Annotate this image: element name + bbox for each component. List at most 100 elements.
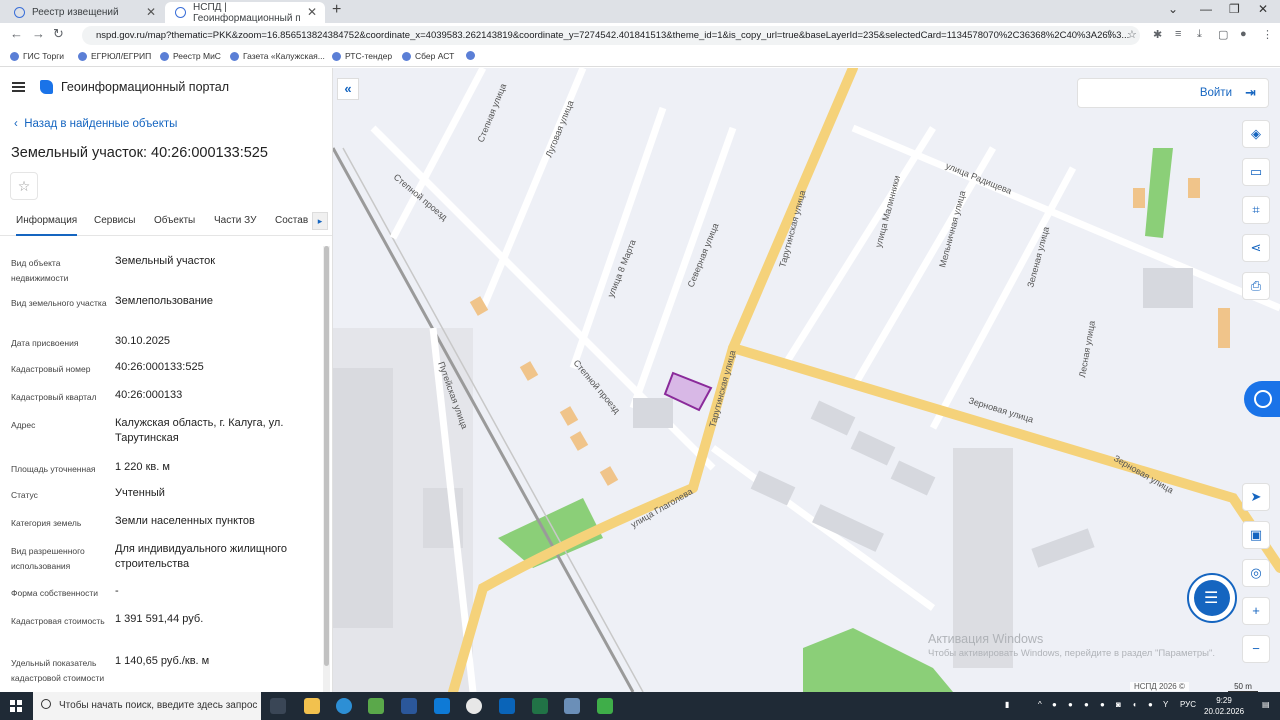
system-clock[interactable]: 9:29 20.02.2026 xyxy=(1204,695,1244,717)
extensions-icon[interactable]: ✱ xyxy=(1153,28,1162,41)
tray-app-icon[interactable]: ● xyxy=(1068,700,1073,709)
tab-composition[interactable]: Состав xyxy=(275,215,308,226)
forward-icon[interactable]: → xyxy=(32,26,45,41)
select-area-icon[interactable]: ⌗ xyxy=(1242,196,1270,224)
layers-icon[interactable]: ◈ xyxy=(1242,120,1270,148)
chat-icon[interactable]: ☰ xyxy=(1187,573,1237,623)
windows-start-icon[interactable] xyxy=(10,700,22,712)
login-label: Войти xyxy=(1199,87,1232,99)
print-icon[interactable]: ⎙ xyxy=(1242,272,1270,300)
attribute-key: Категория земель xyxy=(11,518,82,528)
scrollbar-thumb[interactable] xyxy=(324,246,329,666)
reload-icon[interactable]: ↻ xyxy=(53,26,64,42)
bookmark-item[interactable]: РТС-тендер xyxy=(332,51,392,61)
language-indicator[interactable]: РУС xyxy=(1180,700,1196,709)
close-icon[interactable]: ✕ xyxy=(307,5,317,19)
back-icon[interactable]: ← xyxy=(10,26,23,41)
panel-scrollbar[interactable] xyxy=(323,246,330,692)
minimize-icon[interactable]: — xyxy=(1200,2,1212,16)
map-canvas[interactable]: Степной проезд Степной проезд улица 8 Ма… xyxy=(333,68,1280,692)
edge-icon[interactable] xyxy=(336,698,352,714)
bookmark-star-icon[interactable]: ☆ xyxy=(1127,28,1137,41)
media-icon[interactable]: ≡ xyxy=(1175,28,1181,40)
restore-icon[interactable]: ❐ xyxy=(1229,2,1240,16)
sidebar-icon[interactable]: ▢ xyxy=(1218,28,1228,41)
bookmark-item[interactable]: Реестр МиС xyxy=(160,51,221,61)
tab-services[interactable]: Сервисы xyxy=(94,215,135,226)
bookmarks-bar: ГИС Торги ЕГРЮЛ/ЕГРИП Реестр МиС Газета … xyxy=(0,47,1280,67)
login-button[interactable]: Войти ⇥ xyxy=(1077,78,1269,108)
attribute-value: 40:26:000133:525 xyxy=(115,361,204,373)
attribute-key: Форма собственности xyxy=(11,588,98,598)
bookmark-item[interactable] xyxy=(466,51,479,60)
object-info-panel: Геоинформационный портал ‹ Назад в найде… xyxy=(0,68,333,692)
attribute-value: 30.10.2025 xyxy=(115,335,171,347)
portal-title: Геоинформационный портал xyxy=(61,80,230,94)
browser-tab-nspd[interactable]: НСПД | Геоинформационный п ✕ xyxy=(165,2,325,24)
ruler-icon[interactable]: ▭ xyxy=(1242,158,1270,186)
zoom-in-icon[interactable]: + xyxy=(1242,597,1270,625)
download-icon[interactable]: ⤓ xyxy=(1197,28,1202,41)
word-icon[interactable] xyxy=(401,698,417,714)
tray-chevron-icon[interactable]: ^ xyxy=(1038,700,1042,709)
tray-app-icon[interactable]: ● xyxy=(1100,700,1105,709)
file-explorer-icon[interactable] xyxy=(304,698,320,714)
network-icon[interactable]: ◙ xyxy=(1116,700,1121,709)
notifications-icon[interactable]: ▤ xyxy=(1262,700,1270,709)
bookmark-item[interactable]: ЕГРЮЛ/ЕГРИП xyxy=(78,51,151,61)
tab-search-icon[interactable]: ⌄ xyxy=(1168,2,1178,16)
yandex-icon[interactable]: Y xyxy=(1163,700,1168,709)
attribute-key: Статус xyxy=(11,490,38,500)
calculator-icon[interactable] xyxy=(564,698,580,714)
chevron-right-icon[interactable]: ▸ xyxy=(312,212,328,230)
collapse-panel-icon[interactable]: « xyxy=(337,78,359,100)
bookmark-icon xyxy=(466,51,475,60)
attribute-key: Вид земельного участка xyxy=(11,298,107,308)
url-input[interactable]: nspd.gov.ru/map?thematic=PKK&zoom=16.856… xyxy=(82,26,1140,45)
tab-parts[interactable]: Части ЗУ xyxy=(214,215,256,226)
activation-watermark-title: Активация Windows xyxy=(928,632,1044,646)
street-label: Луговая улица xyxy=(544,99,576,159)
share-map-icon[interactable]: ⋖ xyxy=(1242,234,1270,262)
store-icon[interactable] xyxy=(368,698,384,714)
bookmark-item[interactable]: ГИС Торги xyxy=(10,51,64,61)
locate-icon[interactable]: ➤ xyxy=(1242,483,1270,511)
close-icon[interactable]: ✕ xyxy=(146,5,156,19)
hamburger-menu-icon[interactable] xyxy=(12,82,25,92)
outlook-icon[interactable] xyxy=(499,698,515,714)
tray-app-icon[interactable]: ● xyxy=(1148,700,1153,709)
minimap-icon[interactable]: ▣ xyxy=(1242,521,1270,549)
tray-icon[interactable]: ▮ xyxy=(1005,700,1009,709)
browser-tab-registry[interactable]: Реестр извещений ✕ xyxy=(4,2,164,23)
chrome-icon[interactable] xyxy=(466,698,482,714)
share-icon[interactable]: ⇪ xyxy=(1105,28,1114,41)
chat-glyph-icon: ☰ xyxy=(1204,590,1219,607)
bookmark-item[interactable]: Сбер АСТ xyxy=(402,51,454,61)
tab-information[interactable]: Информация xyxy=(16,215,78,236)
tab-objects[interactable]: Объекты xyxy=(154,215,195,226)
browser-menu-icon[interactable]: ⋮ xyxy=(1262,28,1273,41)
mail-icon[interactable] xyxy=(434,698,450,714)
excel-icon[interactable] xyxy=(532,698,548,714)
favorite-star-icon[interactable]: ☆ xyxy=(10,172,38,200)
close-window-icon[interactable]: ✕ xyxy=(1258,2,1268,16)
street-label: Зеленая улица xyxy=(1025,226,1051,289)
geolocation-icon[interactable]: ◎ xyxy=(1242,559,1270,587)
search-icon xyxy=(41,699,51,709)
zoom-out-icon[interactable]: − xyxy=(1242,635,1270,663)
clock-date: 20.02.2026 xyxy=(1204,707,1245,716)
tray-app-icon[interactable]: ● xyxy=(1052,700,1057,709)
back-to-results-link[interactable]: ‹ Назад в найденные объекты xyxy=(14,118,177,130)
attribute-key: Вид разрешенного использования xyxy=(11,546,85,571)
app-icon[interactable] xyxy=(597,698,613,714)
browser-tab-strip: Реестр извещений ✕ НСПД | Геоинформацион… xyxy=(0,0,1280,24)
task-view-icon[interactable] xyxy=(270,698,286,714)
taskbar-search-placeholder: Чтобы начать поиск, введите здесь запрос xyxy=(59,700,258,711)
new-tab-icon[interactable]: + xyxy=(332,1,341,19)
bookmark-item[interactable]: Газета «Калужская... xyxy=(230,51,325,61)
help-icon[interactable] xyxy=(1244,381,1280,417)
tray-app-icon[interactable]: ● xyxy=(1084,700,1089,709)
taskbar-search-input[interactable]: Чтобы начать поиск, введите здесь запрос xyxy=(33,692,261,720)
profile-icon[interactable]: ● xyxy=(1240,28,1247,40)
volume-icon[interactable]: ◖ xyxy=(1132,700,1137,709)
